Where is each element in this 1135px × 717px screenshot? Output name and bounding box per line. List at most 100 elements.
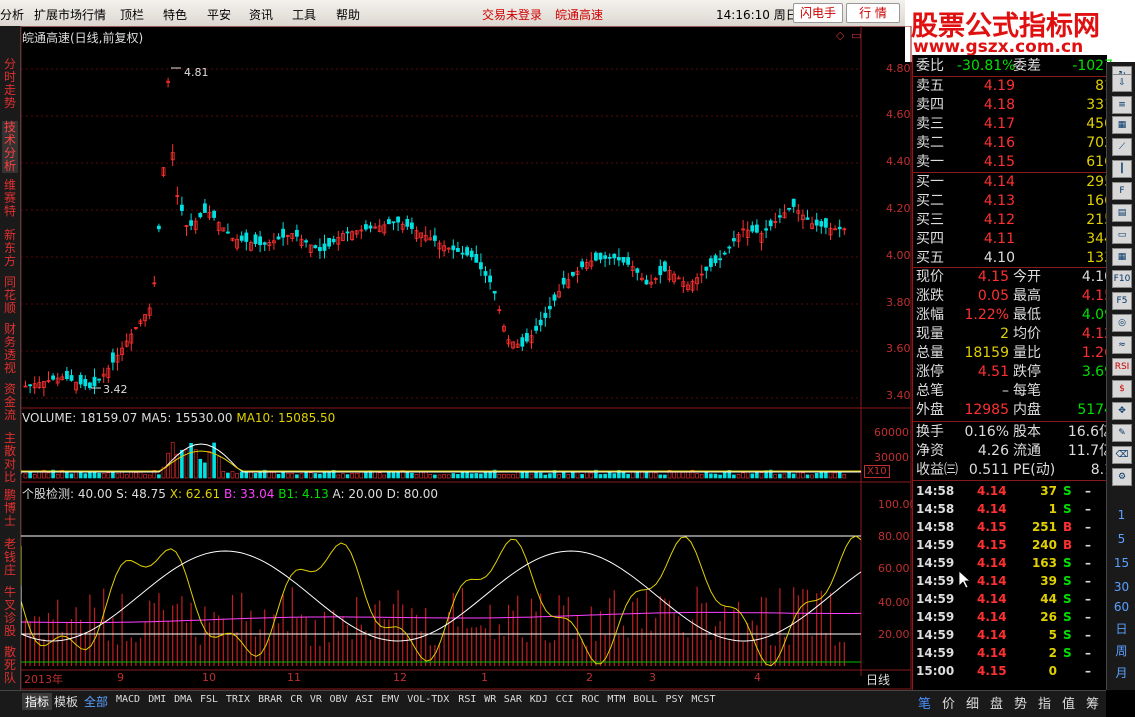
indicator-button-macd[interactable]: MACD [116, 694, 140, 705]
flash-trade-button[interactable]: 闪电手 [793, 3, 843, 23]
indicator-button-cci[interactable]: CCI [556, 694, 574, 705]
ask-row[interactable]: 卖一 4.15 616 [913, 153, 1117, 172]
tab-tonghuashun[interactable]: 同花顺 [2, 276, 18, 315]
indicator-button-dma[interactable]: DMA [174, 694, 192, 705]
grid-icon[interactable]: ▦ [1112, 248, 1132, 266]
tab-technical[interactable]: 技术分析 [2, 121, 18, 173]
tab-all[interactable]: 全部 [84, 693, 108, 710]
ask-row[interactable]: 卖五 4.19 81 [913, 77, 1117, 96]
indicator-button-cr[interactable]: CR [290, 694, 302, 705]
menu-pingan[interactable]: 平安 [207, 6, 231, 23]
tick-tab-6[interactable]: 值 [1062, 693, 1075, 712]
indicator-button-kdj[interactable]: KDJ [530, 694, 548, 705]
diamond-icon[interactable]: ◇ [836, 29, 845, 42]
ask-row[interactable]: 卖三 4.17 450 [913, 115, 1117, 134]
dollar-icon[interactable]: $ [1112, 380, 1132, 398]
tab-finance[interactable]: 财务透视 [2, 323, 18, 375]
volume-bar [189, 442, 193, 479]
menu-tools[interactable]: 工具 [292, 6, 316, 23]
period-1min[interactable]: 1 [1107, 508, 1135, 522]
indicator-button-brar[interactable]: BRAR [258, 694, 282, 705]
tab-weisaite[interactable]: 维赛特 [2, 179, 18, 218]
tab-templates[interactable]: 模板 [54, 693, 78, 710]
period-60min[interactable]: 60 [1107, 600, 1135, 614]
indicator-button-mcst[interactable]: MCST [691, 694, 715, 705]
bid-row[interactable]: 买二 4.13 166 [913, 192, 1117, 211]
period-15min[interactable]: 15 [1107, 556, 1135, 570]
table-icon[interactable]: ▦ [1112, 116, 1132, 134]
tick-tab-5[interactable]: 指 [1038, 693, 1051, 712]
ask-row[interactable]: 卖四 4.18 331 [913, 96, 1117, 115]
indicator-button-mtm[interactable]: MTM [607, 694, 625, 705]
login-status[interactable]: 交易未登录 [482, 6, 542, 23]
period-week[interactable]: 周 [1107, 642, 1135, 659]
period-day[interactable]: 日 [1107, 620, 1135, 637]
menu-help[interactable]: 帮助 [336, 6, 360, 23]
wave-icon[interactable]: ≈ [1112, 336, 1132, 354]
zoom-icon[interactable]: ◎ [1112, 314, 1132, 332]
bid-row[interactable]: 买五 4.10 133 [913, 249, 1117, 268]
period-label[interactable]: 日线 [866, 671, 890, 688]
expand-icon[interactable]: ▭ [851, 29, 861, 42]
compare-icon[interactable]: ▤ [1112, 204, 1132, 222]
tick-tab-7[interactable]: 筹 [1086, 693, 1099, 712]
chart-canvas[interactable]: 4.81 3.42 ◇ ▭ [21, 26, 912, 690]
indicator-button-trix[interactable]: TRIX [226, 694, 250, 705]
period-30min[interactable]: 30 [1107, 580, 1135, 594]
indicator-button-dmi[interactable]: DMI [148, 694, 166, 705]
tab-xindongfang[interactable]: 新东方 [2, 229, 18, 268]
quote-button[interactable]: 行 情 [846, 3, 900, 23]
rsi-icon[interactable]: RSI [1112, 358, 1132, 376]
indicator-button-psy[interactable]: PSY [666, 694, 684, 705]
tab-intraday[interactable]: 分时走势 [2, 58, 18, 110]
bid-row[interactable]: 买一 4.14 295 [913, 173, 1117, 192]
erase-icon[interactable]: ⌫ [1112, 446, 1132, 464]
indicator-button-rsi[interactable]: RSI [458, 694, 476, 705]
indicator-button-fsl[interactable]: FSL [200, 694, 218, 705]
f5-icon[interactable]: F5 [1112, 292, 1132, 310]
candle-body [552, 294, 557, 301]
tab-diagnosis[interactable]: 牛叉诊股 [2, 586, 18, 638]
tick-tab-2[interactable]: 细 [966, 693, 979, 712]
tick-tab-3[interactable]: 盘 [990, 693, 1003, 712]
indicator-button-asi[interactable]: ASI [355, 694, 373, 705]
indicator-button-wr[interactable]: WR [484, 694, 496, 705]
settings-icon[interactable]: ⚙ [1112, 468, 1132, 486]
menu-news[interactable]: 资讯 [249, 6, 273, 23]
indicator-button-emv[interactable]: EMV [381, 694, 399, 705]
indicator-button-sar[interactable]: SAR [504, 694, 522, 705]
indicator-button-boll[interactable]: BOLL [633, 694, 657, 705]
tab-sansidui[interactable]: 散死队 [2, 646, 18, 685]
pen-icon[interactable]: ✎ [1112, 424, 1132, 442]
menu-extended-market[interactable]: 扩展市场行情 [34, 6, 106, 23]
line-chart-icon[interactable]: ⟋ [1112, 138, 1132, 156]
indicator-button-roc[interactable]: ROC [582, 694, 600, 705]
down-arrow-icon[interactable]: ⇩ [1112, 74, 1132, 92]
period-5min[interactable]: 5 [1107, 532, 1135, 546]
candle-icon[interactable]: ┃ [1112, 160, 1132, 178]
list-icon[interactable]: ≡ [1112, 96, 1132, 114]
tab-pengboshi[interactable]: 鹏博士 [2, 489, 18, 528]
document-icon[interactable]: ▭ [1112, 226, 1132, 244]
tab-laoqianzhuang[interactable]: 老钱庄 [2, 538, 18, 577]
tab-capital-flow[interactable]: 资金流 [2, 383, 18, 422]
menu-top-bar[interactable]: 顶栏 [120, 6, 144, 23]
tick-tab-4[interactable]: 势 [1014, 693, 1027, 712]
indicator-button-vr[interactable]: VR [310, 694, 322, 705]
bid-row[interactable]: 买三 4.12 215 [913, 211, 1117, 230]
indicator-name[interactable]: 个股检测 [22, 487, 70, 501]
info-icon[interactable]: F [1112, 182, 1132, 200]
indicator-button-vol-tdx[interactable]: VOL-TDX [407, 694, 449, 705]
indicator-button-obv[interactable]: OBV [330, 694, 348, 705]
f10-icon[interactable]: F10 [1112, 270, 1132, 288]
menu-features[interactable]: 特色 [163, 6, 187, 23]
tab-indicators[interactable]: 指标 [22, 693, 53, 710]
tick-tab-0[interactable]: 笔 [918, 693, 931, 712]
menu-analysis[interactable]: 分析 [0, 6, 24, 23]
tick-tab-1[interactable]: 价 [942, 693, 955, 712]
move-icon[interactable]: ✥ [1112, 402, 1132, 420]
bid-row[interactable]: 买四 4.11 344 [913, 230, 1117, 249]
period-month[interactable]: 月 [1107, 664, 1135, 681]
tab-main-retail[interactable]: 主散对比 [2, 432, 18, 484]
ask-row[interactable]: 卖二 4.16 702 [913, 134, 1117, 153]
